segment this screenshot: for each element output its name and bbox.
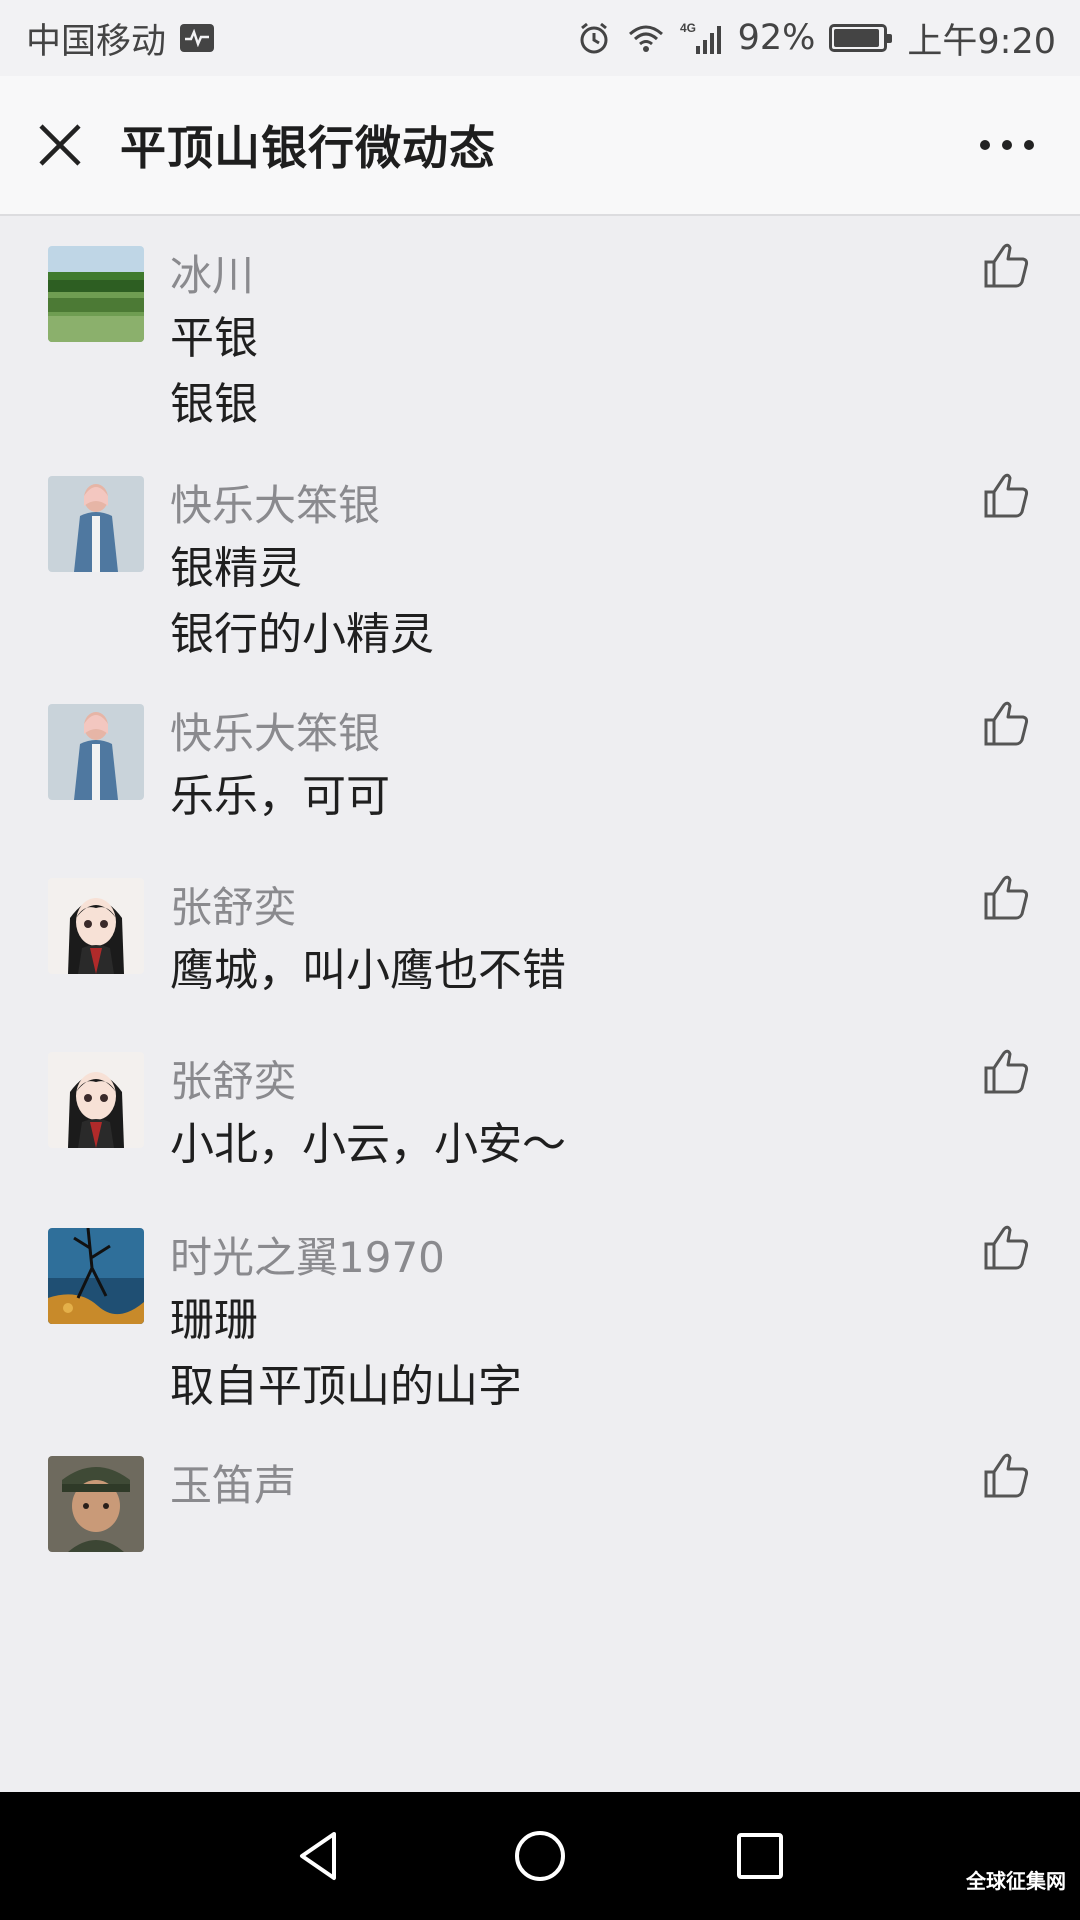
home-button[interactable]	[505, 1821, 575, 1891]
home-icon	[515, 1831, 565, 1881]
nickname: 张舒奕	[170, 883, 297, 932]
back-button[interactable]	[285, 1821, 355, 1891]
comment-line: 乐乐，可可	[170, 771, 390, 822]
comment-text: 小北，小云，小安～	[170, 1112, 566, 1178]
thumbs-up-icon	[984, 1049, 1029, 1094]
like-button[interactable]	[978, 238, 1034, 294]
avatar[interactable]	[48, 246, 144, 342]
comment-text: 平银 银银	[170, 306, 258, 438]
battery-fill	[834, 29, 879, 47]
wifi-icon	[626, 22, 666, 54]
nickname: 时光之翼1970	[170, 1233, 445, 1282]
like-button[interactable]	[978, 1220, 1034, 1276]
avatar[interactable]	[48, 1456, 144, 1552]
comment-line: 银精灵	[170, 543, 302, 594]
nickname: 玉笛声	[170, 1461, 297, 1510]
comment-text: 乐乐，可可	[170, 764, 390, 830]
comment-line: 银行的小精灵	[170, 609, 434, 660]
header: 平顶山银行微动态	[0, 76, 1080, 216]
signal-icon: 4G	[680, 20, 724, 56]
avatar[interactable]	[48, 878, 144, 974]
like-button[interactable]	[978, 696, 1034, 752]
nickname: 快乐大笨银	[170, 709, 381, 758]
comment-text: 银精灵 银行的小精灵	[170, 536, 434, 668]
recents-button[interactable]	[725, 1821, 795, 1891]
like-button[interactable]	[978, 468, 1034, 524]
page-title: 平顶山银行微动态	[120, 121, 496, 175]
comment-text: 珊珊 取自平顶山的山字	[170, 1288, 522, 1420]
thumbs-up-icon	[984, 1453, 1029, 1498]
activity-icon	[180, 24, 215, 52]
like-button[interactable]	[978, 1448, 1034, 1504]
close-icon	[39, 124, 81, 166]
battery-percent: 92%	[737, 18, 816, 58]
more-button[interactable]	[972, 110, 1042, 180]
recents-icon	[737, 1833, 783, 1879]
more-icon	[980, 140, 1034, 150]
thumbs-up-icon	[984, 1225, 1029, 1270]
avatar[interactable]	[48, 476, 144, 572]
status-left: 中国移动	[26, 13, 215, 64]
comment-list: 冰川 平银 银银 快乐大笨银 银精灵 银行的小精灵 快乐大笨银 乐乐，可可 张舒…	[0, 218, 1080, 1792]
avatar[interactable]	[48, 1052, 144, 1148]
nickname: 快乐大笨银	[170, 481, 381, 530]
comment-line: 鹰城，叫小鹰也不错	[170, 945, 566, 996]
comment-text: 鹰城，叫小鹰也不错	[170, 938, 566, 1004]
close-button[interactable]	[20, 105, 100, 185]
comment-line: 银银	[170, 379, 258, 430]
thumbs-up-icon	[984, 243, 1029, 288]
comment-line: 取自平顶山的山字	[170, 1361, 522, 1412]
thumbs-up-icon	[984, 701, 1029, 746]
thumbs-up-icon	[984, 473, 1029, 518]
comment-line: 平银	[170, 313, 258, 364]
status-right: 4G 92% 上午9:20	[576, 13, 1056, 64]
network-label: 4G	[680, 21, 696, 35]
navigation-bar: 全球征集网	[0, 1792, 1080, 1920]
avatar[interactable]	[48, 704, 144, 800]
like-button[interactable]	[978, 1044, 1034, 1100]
back-icon	[300, 1832, 336, 1880]
status-bar: 中国移动 4G 92% 上午9:20	[0, 0, 1080, 76]
clock: 上午9:20	[907, 21, 1056, 62]
battery-icon	[829, 24, 893, 52]
thumbs-up-icon	[984, 875, 1029, 920]
avatar[interactable]	[48, 1228, 144, 1324]
watermark: 全球征集网	[966, 1869, 1066, 1893]
carrier-label: 中国移动	[26, 21, 167, 62]
nickname: 冰川	[170, 251, 255, 300]
comment-line: 小北，小云，小安～	[170, 1119, 566, 1170]
comment-line: 珊珊	[170, 1295, 258, 1346]
nickname: 张舒奕	[170, 1057, 297, 1106]
like-button[interactable]	[978, 870, 1034, 926]
alarm-icon	[576, 20, 612, 56]
